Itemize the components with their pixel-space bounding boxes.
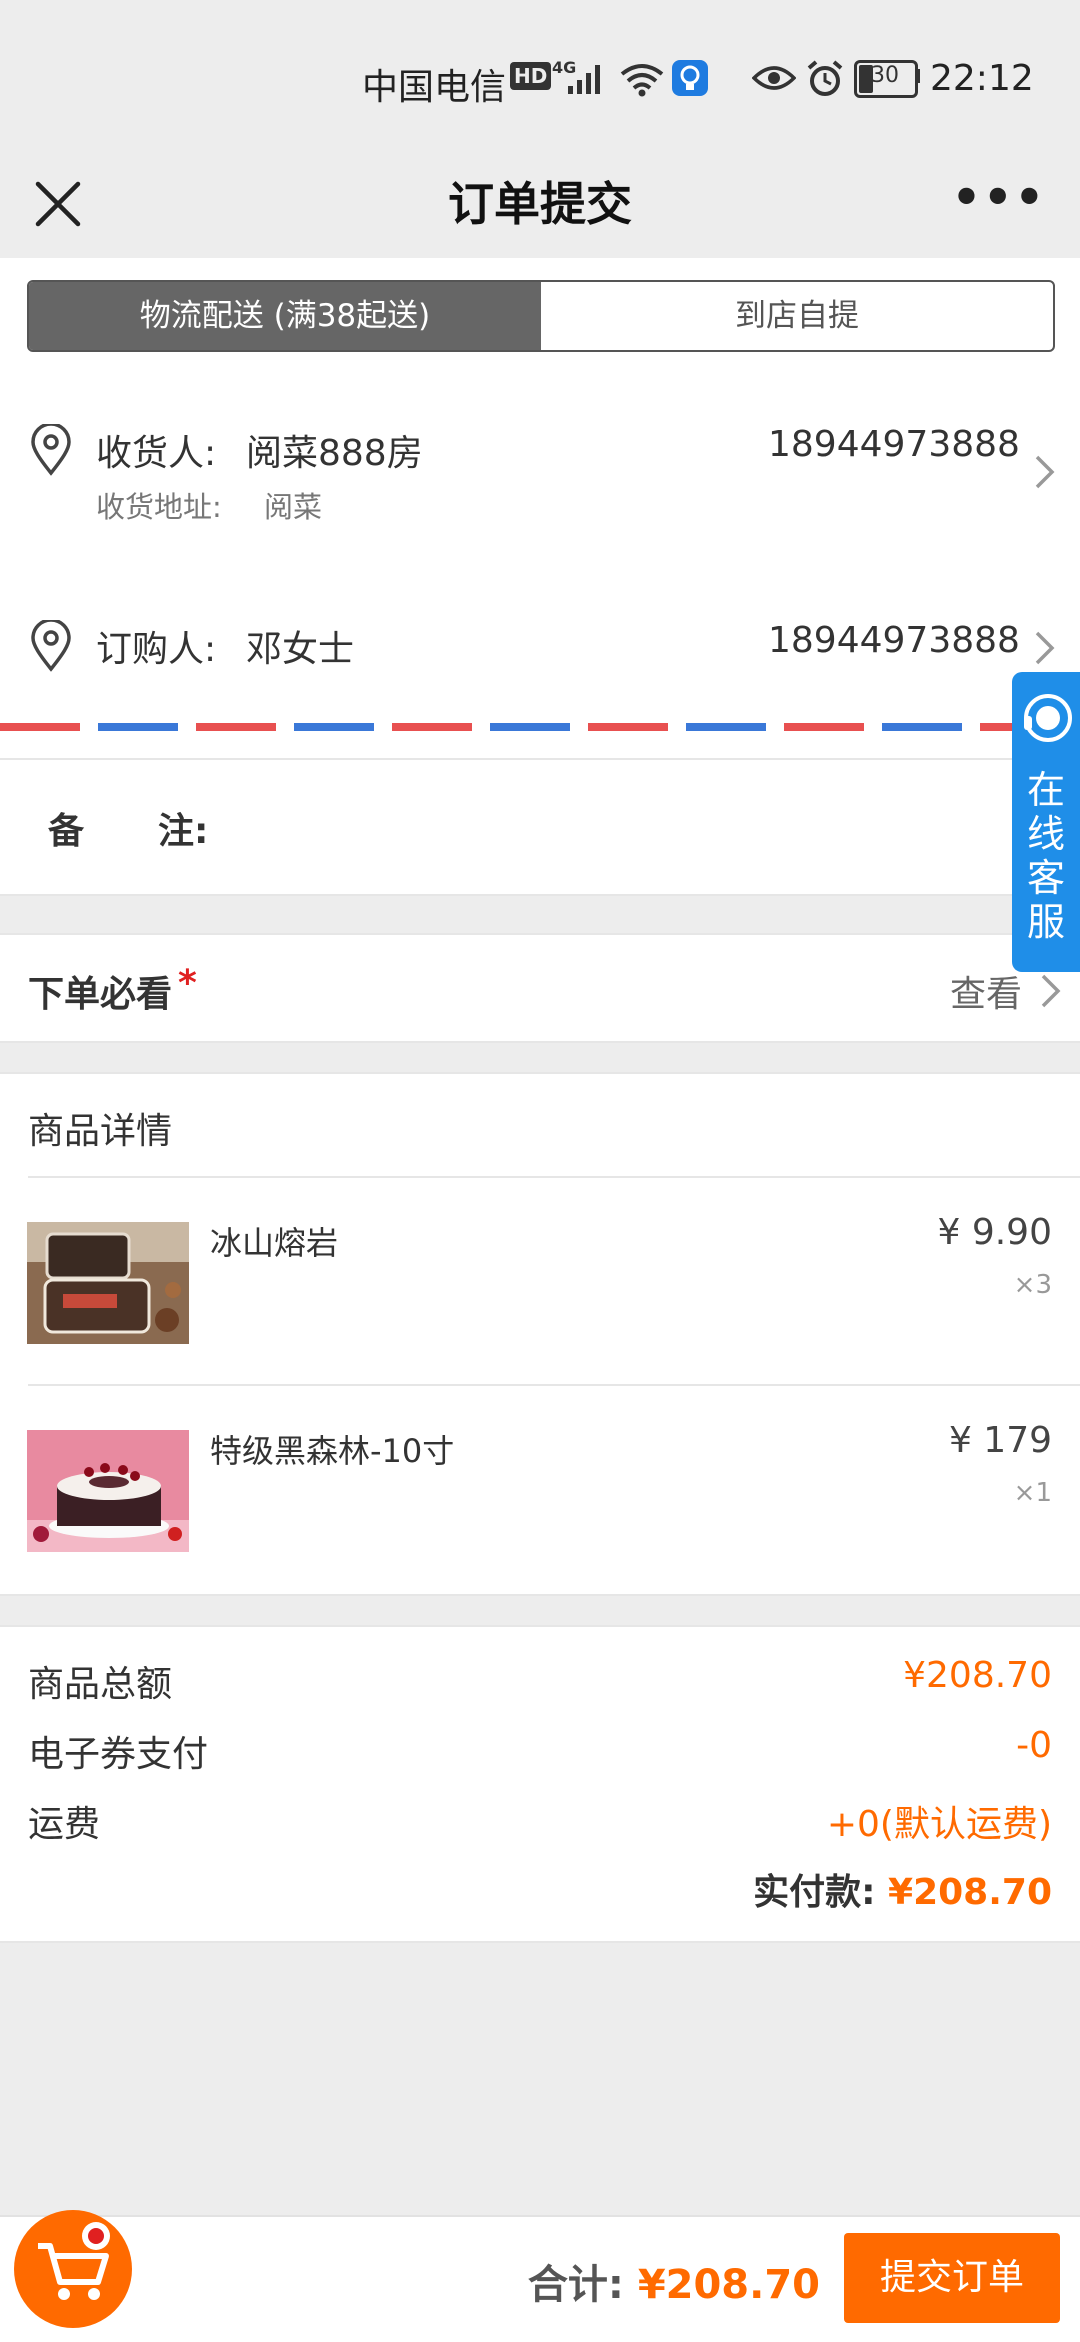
summary-value: -0 bbox=[1016, 1725, 1052, 1766]
location-pin-icon bbox=[31, 424, 71, 476]
carrier-name: 中国电信 bbox=[362, 67, 507, 108]
paid-amount: 实付款: ¥208.70 bbox=[753, 1863, 1052, 1915]
battery-level: 30 bbox=[871, 63, 899, 88]
product-section: 商品详情 冰山熔岩 ¥ 9.90 ×3 特级黑森林-10寸 ¥ 179 ×1 bbox=[0, 1074, 1080, 1594]
signal-icon bbox=[568, 65, 600, 94]
total-amount: 合计: ¥208.70 bbox=[528, 2252, 820, 2310]
summary-label: 运费 bbox=[28, 1804, 101, 1845]
battery-tip bbox=[915, 69, 920, 83]
battery-icon: 30 bbox=[854, 60, 918, 98]
total-label: 合计: bbox=[527, 2262, 624, 2308]
tab-pickup[interactable]: 到店自提 bbox=[541, 282, 1053, 350]
summary-value: +0(默认运费) bbox=[826, 1804, 1052, 1845]
divider bbox=[0, 1594, 1080, 1596]
cart-badge bbox=[82, 2222, 110, 2250]
product-price: ¥ 179 bbox=[948, 1420, 1052, 1461]
remark-row[interactable]: 备 注: bbox=[0, 760, 1080, 894]
alarm-icon bbox=[807, 60, 843, 96]
cart-button[interactable] bbox=[14, 2210, 132, 2328]
status-bar: 中国电信 HD 4G 30 22:12 bbox=[0, 0, 1080, 150]
summary-label: 电子券支付 bbox=[28, 1734, 209, 1775]
chevron-right-icon bbox=[1035, 455, 1055, 489]
online-service-label: 在线客服 bbox=[1026, 768, 1065, 944]
tab-logistics[interactable]: 物流配送 (满38起送) bbox=[29, 282, 541, 350]
nav-bar: 订单提交 ••• bbox=[0, 150, 1080, 260]
hd-badge: HD bbox=[510, 62, 552, 90]
location-pin-icon bbox=[31, 620, 71, 672]
product-section-title: 商品详情 bbox=[28, 1111, 173, 1152]
bulb-icon bbox=[672, 60, 708, 96]
summary-value: ¥208.70 bbox=[903, 1655, 1052, 1696]
paid-label: 实付款: bbox=[753, 1872, 876, 1913]
remark-label-b: 注: bbox=[158, 811, 209, 852]
headset-icon bbox=[1024, 694, 1072, 742]
notice-label: 下单必看 bbox=[28, 974, 173, 1015]
receiver-name: 阅菜888房 bbox=[246, 433, 423, 474]
notice-view-link[interactable]: 查看 bbox=[950, 965, 1022, 1017]
summary-label: 商品总额 bbox=[28, 1664, 173, 1705]
product-image bbox=[27, 1430, 189, 1552]
more-icon[interactable]: ••• bbox=[952, 170, 1046, 224]
eye-icon bbox=[752, 66, 796, 90]
receiver-label: 收货人: bbox=[96, 433, 217, 474]
product-name: 冰山熔岩 bbox=[210, 1224, 339, 1262]
divider bbox=[0, 1041, 1080, 1043]
paid-value: ¥208.70 bbox=[888, 1872, 1052, 1913]
total-value: ¥208.70 bbox=[637, 2262, 820, 2308]
notice-row[interactable]: 下单必看 * 查看 bbox=[0, 935, 1080, 1041]
list-item[interactable]: 冰山熔岩 ¥ 9.90 ×3 bbox=[0, 1178, 1080, 1384]
product-qty: ×3 bbox=[1013, 1270, 1052, 1300]
buyer-phone: 18944973888 bbox=[768, 620, 1020, 661]
remark-label-a: 备 bbox=[48, 811, 85, 852]
product-name: 特级黑森林-10寸 bbox=[210, 1432, 455, 1470]
wifi-icon bbox=[620, 64, 664, 97]
product-image bbox=[27, 1222, 189, 1344]
address-label: 收货地址: bbox=[96, 490, 222, 524]
address-value: 阅菜 bbox=[264, 490, 323, 524]
delivery-tabs: 物流配送 (满38起送) 到店自提 bbox=[27, 280, 1055, 352]
chevron-right-icon bbox=[1041, 974, 1061, 1008]
buyer-name: 邓女士 bbox=[246, 629, 355, 670]
buyer-label: 订购人: bbox=[96, 629, 217, 670]
clock: 22:12 bbox=[930, 58, 1034, 99]
chevron-right-icon bbox=[1035, 631, 1055, 665]
divider bbox=[0, 894, 1080, 896]
divider bbox=[0, 1941, 1080, 1943]
price-summary: 商品总额 ¥208.70 电子券支付 -0 运费 +0(默认运费) 实付款: ¥… bbox=[0, 1627, 1080, 1941]
submit-order-button[interactable]: 提交订单 bbox=[844, 2233, 1060, 2323]
receiver-row[interactable]: 收货人: 阅菜888房 18944973888 收货地址: 阅菜 bbox=[0, 410, 1080, 540]
page-title: 订单提交 bbox=[448, 177, 632, 231]
required-mark: * bbox=[178, 963, 197, 1004]
product-price: ¥ 9.90 bbox=[937, 1212, 1052, 1253]
airmail-border bbox=[0, 723, 1080, 731]
list-item[interactable]: 特级黑森林-10寸 ¥ 179 ×1 bbox=[0, 1386, 1080, 1594]
receiver-phone: 18944973888 bbox=[768, 424, 1020, 465]
product-qty: ×1 bbox=[1013, 1478, 1052, 1508]
online-service-button[interactable]: 在线客服 bbox=[1012, 672, 1080, 972]
buyer-row[interactable]: 订购人: 邓女士 18944973888 bbox=[0, 608, 1080, 688]
